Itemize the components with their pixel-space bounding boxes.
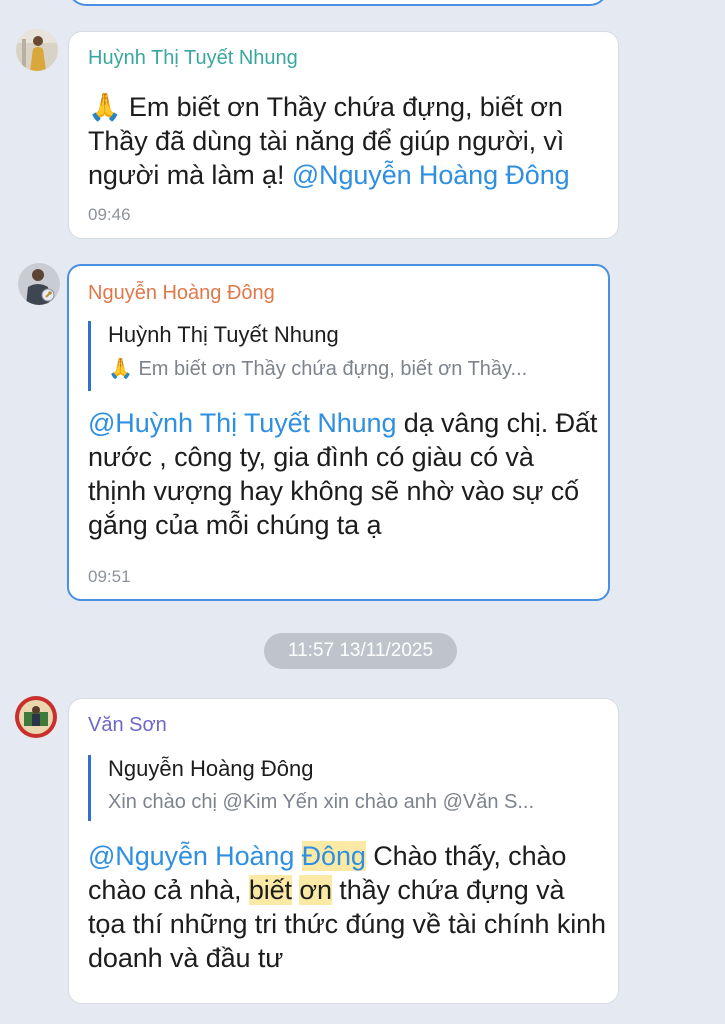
avatar-nguyen-hoang-dong[interactable]	[18, 263, 60, 305]
search-highlight: ơn	[299, 875, 332, 905]
mention-text: @Nguyễn Hoàng	[88, 841, 302, 871]
message-text: @Huỳnh Thị Tuyết Nhung dạ vâng chị. Đất …	[88, 406, 598, 542]
sender-name[interactable]: Nguyễn Hoàng Đông	[88, 281, 275, 305]
message-bubble[interactable]: Văn Sơn Nguyễn Hoàng Đông Xin chào chị @…	[68, 698, 619, 1004]
quoted-text: Xin chào chị @Kim Yến xin chào anh @Văn …	[108, 791, 535, 813]
sender-name[interactable]: Văn Sơn	[88, 713, 167, 737]
sender-name[interactable]: Huỳnh Thị Tuyết Nhung	[88, 46, 298, 70]
previous-message-bubble[interactable]	[68, 0, 608, 6]
message-time: 09:51	[88, 567, 131, 586]
message-time: 09:46	[88, 205, 131, 224]
quoted-sender: Huỳnh Thị Tuyết Nhung	[108, 322, 339, 347]
mention-link[interactable]: @Nguyễn Hoàng Đông	[88, 841, 366, 871]
quoted-message[interactable]: Huỳnh Thị Tuyết Nhung 🙏 Em biết ơn Thầy …	[88, 321, 588, 391]
quoted-sender: Nguyễn Hoàng Đông	[108, 756, 314, 781]
mention-link[interactable]: @Huỳnh Thị Tuyết Nhung	[88, 408, 396, 438]
quoted-text: 🙏 Em biết ơn Thầy chứa đựng, biết ơn Thầ…	[108, 358, 528, 380]
quoted-message[interactable]: Nguyễn Hoàng Đông Xin chào chị @Kim Yến …	[88, 755, 593, 821]
message-bubble-selected[interactable]: Nguyễn Hoàng Đông Huỳnh Thị Tuyết Nhung …	[67, 264, 610, 601]
date-separator: 11:57 13/11/2025	[264, 633, 457, 669]
message-text: @Nguyễn Hoàng Đông Chào thấy, chào chào …	[88, 839, 608, 975]
search-highlight: Đông	[301, 841, 366, 871]
mention-link[interactable]: @Nguyễn Hoàng Đông	[292, 160, 570, 190]
chat-screen: Huỳnh Thị Tuyết Nhung 🙏 Em biết ơn Thầy …	[0, 0, 725, 1024]
search-highlight: biết	[248, 875, 292, 905]
message-bubble[interactable]: Huỳnh Thị Tuyết Nhung 🙏 Em biết ơn Thầy …	[68, 31, 619, 239]
message-text: 🙏 Em biết ơn Thầy chứa đựng, biết ơn Thầ…	[88, 90, 608, 192]
avatar-huynh-thi-tuyet-nhung[interactable]	[16, 29, 58, 71]
emoji: 🙏	[88, 92, 122, 122]
avatar-van-son[interactable]	[15, 696, 57, 738]
